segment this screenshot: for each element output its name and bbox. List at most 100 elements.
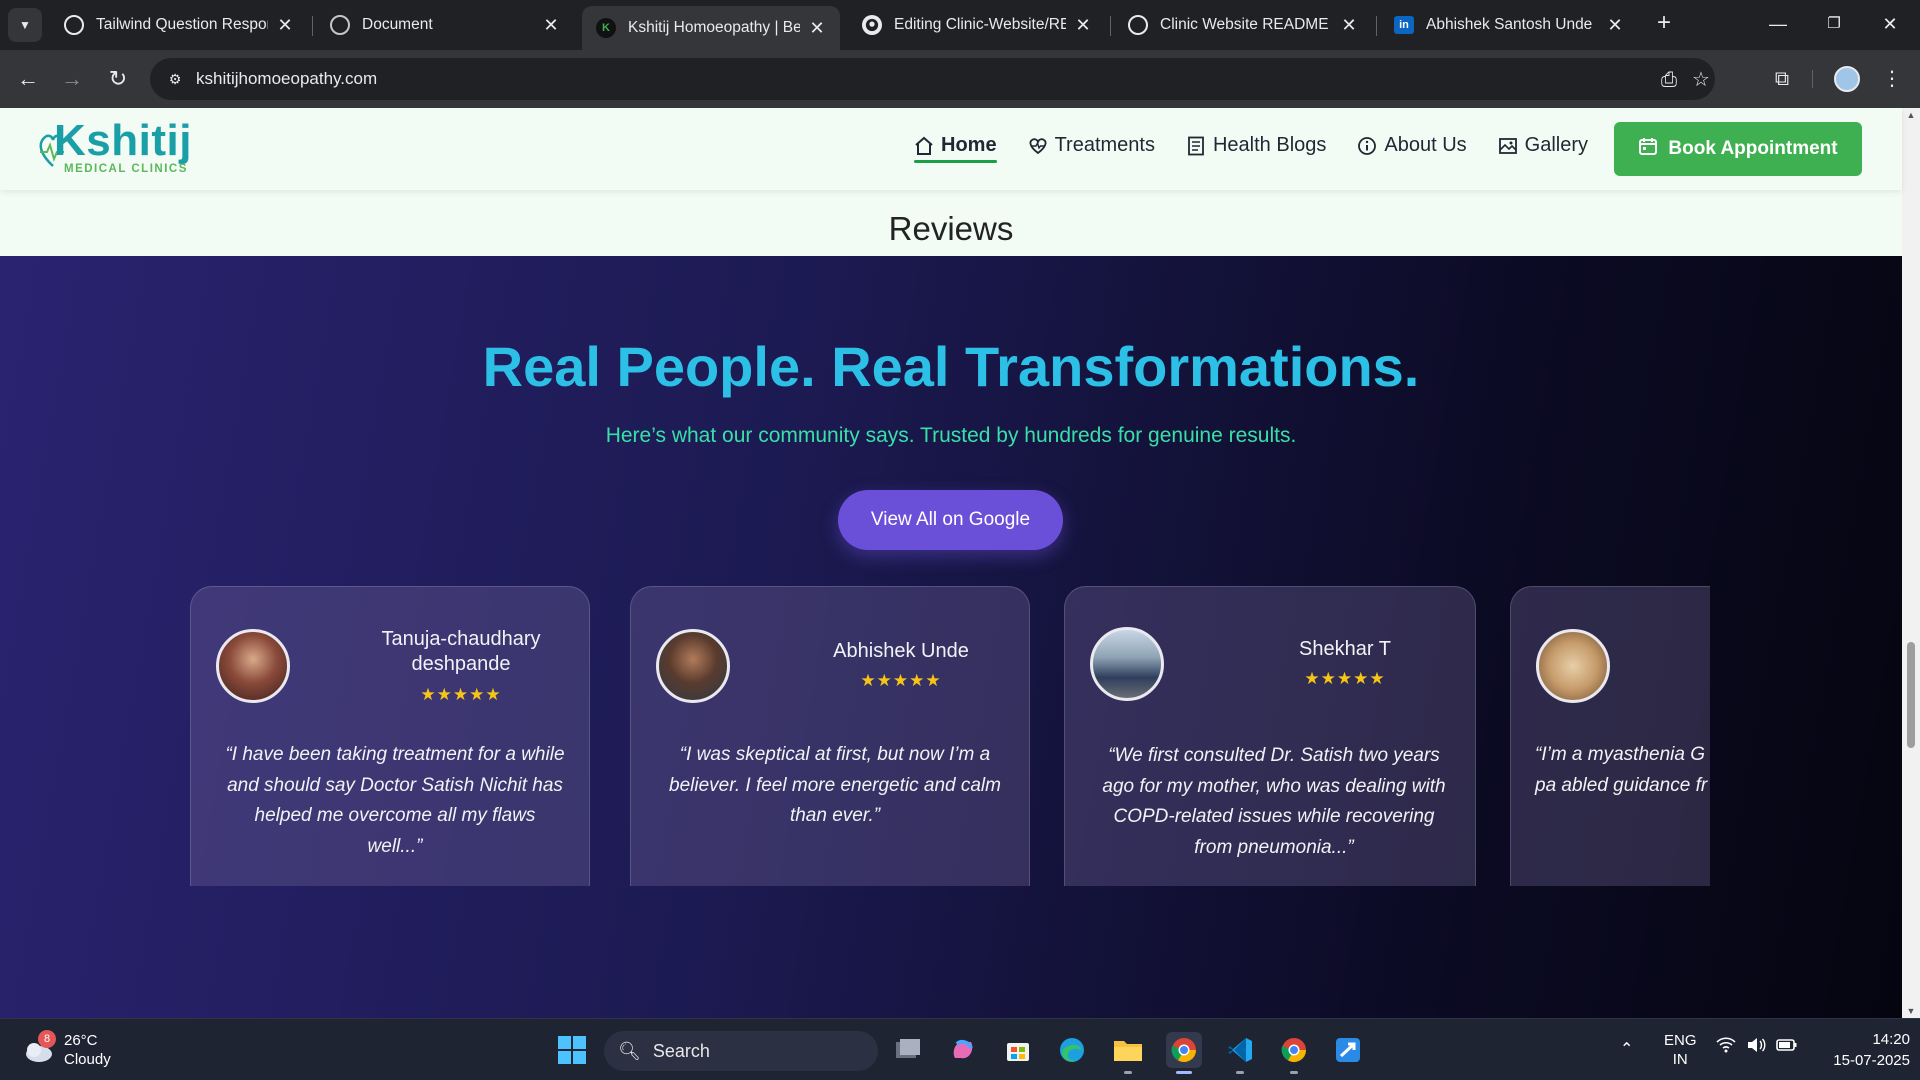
scroll-up-icon[interactable]: ▲ bbox=[1906, 110, 1916, 120]
tab-tailwind[interactable]: Tailwind Question Respons ✕ bbox=[50, 6, 308, 44]
close-icon[interactable]: ✕ bbox=[1072, 15, 1094, 36]
reviews-heading-bar: Reviews bbox=[0, 190, 1902, 264]
review-card: Sa “I’m a myasthenia G treatment for the… bbox=[1510, 586, 1710, 886]
tab-kshitij[interactable]: K Kshitij Homoeopathy | Best ✕ bbox=[582, 6, 840, 50]
tab-title: Tailwind Question Respons bbox=[96, 16, 268, 33]
nav-treatments[interactable]: Treatments bbox=[1028, 134, 1155, 157]
menu-kebab-icon[interactable]: ⋮ bbox=[1876, 63, 1908, 95]
window-close-icon[interactable]: ✕ bbox=[1870, 8, 1910, 40]
remote-desktop-icon[interactable] bbox=[1330, 1032, 1366, 1068]
reviews-carousel[interactable]: Tanuja-chaudhary deshpande ★★★★★ “I have… bbox=[190, 586, 1710, 886]
file-explorer-icon[interactable] bbox=[1110, 1032, 1146, 1074]
chevron-down-icon: ▼ bbox=[19, 18, 31, 32]
reviews-heading: Reviews bbox=[888, 210, 1014, 247]
windows-taskbar: 8 26°C Cloudy 🔍︎ Search ⌃ ENG IN 14:20 1… bbox=[0, 1018, 1920, 1080]
address-bar[interactable]: ⚙ kshitijhomoeopathy.com ⎙ ☆ bbox=[150, 58, 1715, 100]
site-logo[interactable]: Kshitij MEDICAL CLINICS bbox=[38, 116, 198, 178]
taskbar-search[interactable]: 🔍︎ Search bbox=[604, 1031, 878, 1071]
taskbar-clock[interactable]: 14:20 15-07-2025 bbox=[1810, 1029, 1910, 1071]
edge-icon[interactable] bbox=[1054, 1032, 1090, 1068]
nav-about-us[interactable]: About Us bbox=[1357, 134, 1467, 157]
scroll-down-icon[interactable]: ▼ bbox=[1906, 1006, 1916, 1016]
vscode-icon[interactable] bbox=[1222, 1032, 1258, 1074]
nav-health-blogs-label: Health Blogs bbox=[1212, 134, 1327, 156]
tab-document[interactable]: Document ✕ bbox=[316, 6, 574, 44]
review-card: Tanuja-chaudhary deshpande ★★★★★ “I have… bbox=[190, 586, 590, 886]
close-icon[interactable]: ✕ bbox=[1604, 15, 1626, 36]
reviewer-avatar bbox=[656, 629, 730, 703]
globe-icon bbox=[330, 15, 350, 35]
copilot-icon[interactable] bbox=[945, 1032, 981, 1068]
close-icon[interactable]: ✕ bbox=[806, 18, 828, 39]
task-view-icon[interactable] bbox=[890, 1032, 926, 1068]
testimonials-subtitle: Here’s what our community says. Trusted … bbox=[605, 424, 1297, 447]
home-icon bbox=[914, 136, 934, 156]
tab-linkedin[interactable]: in Abhishek Santosh Unde | L ✕ bbox=[1380, 6, 1638, 44]
reviewer-name: Abhishek Unde bbox=[833, 640, 969, 662]
chevron-up-icon[interactable]: ⌃ bbox=[1620, 1039, 1633, 1059]
info-icon bbox=[1357, 136, 1377, 156]
reviewer-avatar bbox=[1090, 627, 1164, 701]
wifi-icon[interactable] bbox=[1716, 1037, 1736, 1057]
nav-treatments-label: Treatments bbox=[1054, 134, 1155, 156]
running-indicator bbox=[1176, 1071, 1192, 1074]
language-indicator[interactable]: ENG IN bbox=[1664, 1031, 1697, 1069]
close-icon[interactable]: ✕ bbox=[540, 15, 562, 36]
review-quote: “I’m a myasthenia G treatment for the pa… bbox=[1535, 744, 1710, 796]
weather-badge: 8 bbox=[38, 1030, 56, 1048]
chrome-profile-icon[interactable] bbox=[1276, 1032, 1312, 1074]
forward-arrow-icon[interactable]: → bbox=[56, 63, 88, 95]
page-viewport: Kshitij MEDICAL CLINICS Home Treatments bbox=[0, 108, 1920, 1018]
new-tab-plus-icon[interactable]: + bbox=[1650, 10, 1678, 38]
weather-temp: 26°C bbox=[64, 1032, 98, 1049]
book-appointment-button[interactable]: Book Appointment bbox=[1614, 122, 1862, 176]
tab-title: Editing Clinic-Website/REA bbox=[894, 16, 1066, 33]
tab-divider bbox=[1376, 16, 1377, 36]
windows-start-icon[interactable] bbox=[554, 1032, 590, 1068]
battery-icon[interactable] bbox=[1776, 1037, 1798, 1057]
weather-widget[interactable]: 8 26°C Cloudy bbox=[22, 1030, 111, 1069]
url-text[interactable]: kshitijhomoeopathy.com bbox=[196, 69, 377, 89]
nav-gallery-label: Gallery bbox=[1524, 134, 1589, 156]
browser-toolbar: ← → ↻ ⚙ kshitijhomoeopathy.com ⎙ ☆ ⧉ ⋮ bbox=[0, 50, 1920, 108]
region-code: IN bbox=[1672, 1051, 1688, 1068]
page-scrollbar[interactable]: ▲ ▼ bbox=[1902, 108, 1920, 1018]
review-quote: “I was skeptical at first, but now I’m a… bbox=[669, 744, 1001, 826]
nav-gallery[interactable]: Gallery bbox=[1498, 134, 1588, 157]
star-rating: ★★★★★ bbox=[860, 671, 942, 690]
review-card: Abhishek Unde ★★★★★ “I was skeptical at … bbox=[630, 586, 1030, 886]
tab-readme-guide[interactable]: Clinic Website README Gu ✕ bbox=[1114, 6, 1372, 44]
chrome-icon[interactable] bbox=[1166, 1032, 1202, 1074]
star-rating: ★★★★★ bbox=[1304, 669, 1386, 688]
tab-title: Document bbox=[362, 16, 433, 33]
extensions-icon[interactable]: ⧉ bbox=[1766, 63, 1798, 95]
restore-icon[interactable]: ❐ bbox=[1814, 8, 1854, 40]
search-icon: 🔍︎ bbox=[618, 1040, 641, 1061]
tab-github[interactable]: Editing Clinic-Website/REA ✕ bbox=[848, 6, 1106, 44]
close-icon[interactable]: ✕ bbox=[274, 15, 296, 36]
kshitij-icon: K bbox=[596, 18, 616, 38]
site-header: Kshitij MEDICAL CLINICS Home Treatments bbox=[0, 108, 1902, 190]
install-app-icon[interactable]: ⎙ bbox=[1656, 67, 1682, 93]
back-arrow-icon[interactable]: ← bbox=[12, 63, 44, 95]
clock-date: 15-07-2025 bbox=[1833, 1052, 1910, 1069]
view-all-google-button[interactable]: View All on Google bbox=[838, 490, 1063, 550]
site-info-icon[interactable]: ⚙ bbox=[164, 68, 186, 90]
clock-time: 14:20 bbox=[1872, 1031, 1910, 1048]
nav-health-blogs[interactable]: Health Blogs bbox=[1186, 134, 1326, 157]
scrollbar-thumb[interactable] bbox=[1907, 642, 1915, 748]
tab-title: Clinic Website README Gu bbox=[1160, 16, 1332, 33]
nav-home[interactable]: Home bbox=[914, 134, 997, 163]
tab-divider bbox=[312, 16, 313, 36]
minimize-icon[interactable]: — bbox=[1758, 8, 1798, 40]
profile-avatar[interactable] bbox=[1834, 66, 1860, 92]
tab-title: Kshitij Homoeopathy | Best bbox=[628, 19, 800, 36]
bookmark-star-icon[interactable]: ☆ bbox=[1688, 67, 1714, 93]
tab-search-button[interactable]: ▼ bbox=[8, 8, 42, 42]
reload-icon[interactable]: ↻ bbox=[102, 63, 134, 95]
microsoft-store-icon[interactable] bbox=[1000, 1032, 1036, 1068]
weather-condition: Cloudy bbox=[64, 1051, 111, 1068]
review-quote: “We first consulted Dr. Satish two years… bbox=[1102, 745, 1446, 858]
volume-icon[interactable] bbox=[1746, 1037, 1766, 1057]
close-icon[interactable]: ✕ bbox=[1338, 15, 1360, 36]
